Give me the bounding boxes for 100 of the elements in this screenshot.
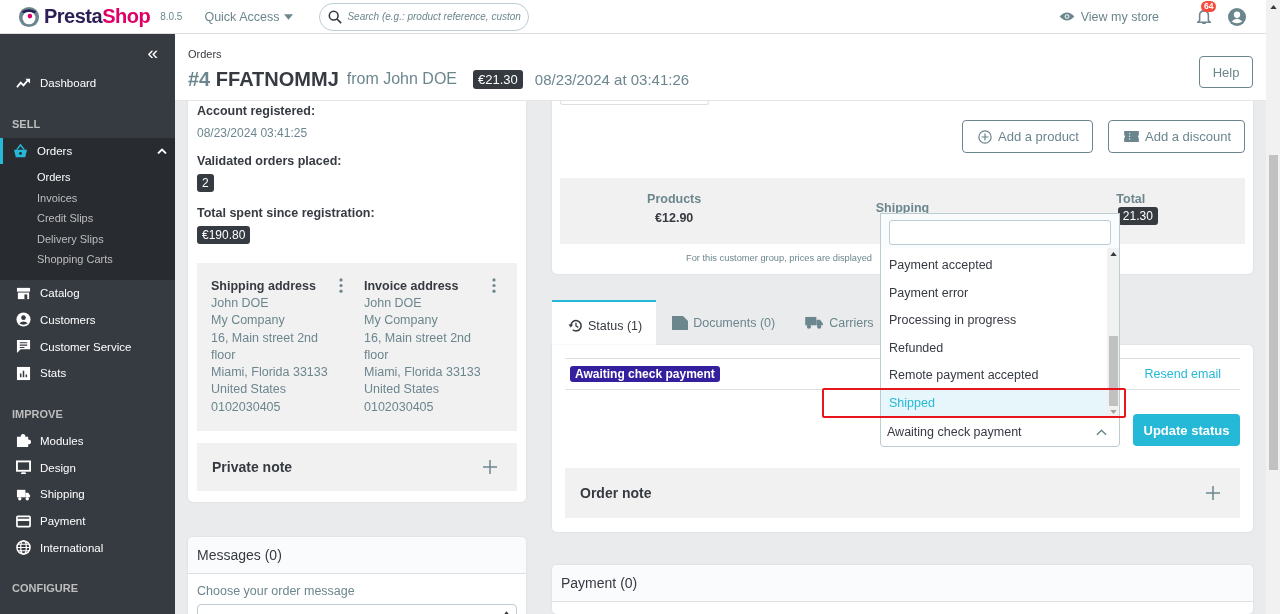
plus-circle-icon bbox=[978, 129, 993, 144]
stat-label: Account registered: bbox=[197, 103, 317, 120]
address-line: 0102030405 bbox=[211, 398, 282, 416]
page-title: #4 FFATNOMMJ bbox=[188, 67, 339, 91]
puzzle-icon bbox=[16, 433, 31, 449]
stat-badge: 2 bbox=[197, 174, 214, 192]
more-options-icon[interactable] bbox=[492, 278, 496, 293]
scroll-down-icon[interactable] bbox=[1109, 410, 1117, 414]
sidebar-item[interactable]: Payment bbox=[0, 507, 175, 535]
truck-icon bbox=[805, 316, 825, 329]
basket-icon bbox=[13, 143, 28, 159]
private-note-title: Private note bbox=[212, 459, 293, 476]
bar-chart-icon bbox=[16, 365, 31, 381]
ticket-icon bbox=[1124, 131, 1139, 142]
history-icon bbox=[568, 318, 583, 333]
search-icon bbox=[328, 9, 343, 24]
customer-name: from John DOE bbox=[346, 70, 458, 88]
sidebar-section-heading: CONFIGURE bbox=[11, 581, 79, 597]
order-date: 08/23/2024 at 03:41:26 bbox=[534, 70, 690, 88]
quick-access-menu[interactable]: Quick Access bbox=[204, 9, 294, 24]
sidebar-section-heading: IMPROVE bbox=[11, 406, 64, 422]
sidebar-item[interactable]: Dashboard bbox=[0, 70, 175, 97]
sidebar-item[interactable]: Modules bbox=[0, 427, 175, 455]
scroll-up-icon[interactable] bbox=[1269, 5, 1277, 9]
globe-icon bbox=[16, 540, 31, 556]
bell-icon[interactable] bbox=[1197, 8, 1211, 25]
logo-icon bbox=[18, 5, 40, 28]
version-label: 8.0.5 bbox=[160, 11, 183, 22]
address-line: 16, Main street 2nd floor bbox=[211, 329, 319, 364]
sidebar-item[interactable]: Design bbox=[0, 454, 175, 481]
notification-count: 64 bbox=[1201, 0, 1217, 12]
view-store-link[interactable]: View my store bbox=[1058, 9, 1159, 24]
stat-badge: €190.80 bbox=[197, 226, 251, 244]
sidebar-item[interactable]: Catalog bbox=[0, 279, 175, 307]
tab[interactable]: Status (1) bbox=[552, 300, 657, 345]
stat-label: Total spent since registration: bbox=[197, 205, 376, 222]
more-options-icon[interactable] bbox=[339, 278, 343, 293]
scrollbar[interactable] bbox=[1107, 248, 1119, 417]
summary-label: Products bbox=[647, 191, 702, 206]
order-note-title: Order note bbox=[580, 485, 652, 501]
sidebar-section-heading: SELL bbox=[11, 116, 42, 132]
plus-icon[interactable] bbox=[483, 460, 497, 475]
credit-card-icon bbox=[16, 513, 31, 529]
address-line: Miami, Florida 33133 bbox=[364, 364, 482, 382]
summary-value: €12.90 bbox=[655, 210, 694, 225]
sidebar-item[interactable]: Shipping bbox=[0, 481, 175, 508]
stat-label: Validated orders placed: bbox=[197, 153, 343, 170]
address-line: My Company bbox=[211, 312, 286, 330]
order-note-panel[interactable]: Order note bbox=[565, 468, 1240, 518]
sidebar-item[interactable]: Stats bbox=[0, 359, 175, 387]
price-note: For this customer group, prices are displayed bbox=[686, 253, 873, 263]
address-line: John DOE bbox=[364, 295, 423, 312]
plus-icon[interactable] bbox=[1206, 486, 1220, 500]
sidebar-item[interactable]: Customer Service bbox=[0, 333, 175, 360]
breadcrumb-link[interactable]: Orders bbox=[188, 47, 690, 60]
sidebar-subitem[interactable]: Invoices bbox=[0, 187, 175, 209]
address-title: Invoice address bbox=[364, 278, 459, 293]
sidebar-subitem[interactable]: Credit Slips bbox=[0, 208, 175, 229]
user-icon bbox=[16, 312, 31, 328]
messages-header: Messages (0) bbox=[188, 537, 526, 575]
dropdown-option[interactable]: Payment accepted bbox=[881, 252, 1107, 280]
dropdown-option[interactable]: Remote payment accepted bbox=[881, 362, 1107, 390]
address-line: My Company bbox=[364, 312, 439, 330]
order-total-badge: €21.30 bbox=[473, 69, 523, 89]
address-line: United States bbox=[211, 381, 288, 399]
monitor-icon bbox=[16, 460, 31, 476]
search-field[interactable]: Search (e.g.: product reference, custon bbox=[319, 2, 530, 31]
address-line: United States bbox=[364, 381, 441, 399]
logo-text[interactable]: PrestaShop bbox=[44, 5, 151, 28]
private-note-panel[interactable]: Private note bbox=[197, 443, 517, 492]
summary-total-badge: 21.30 bbox=[1117, 206, 1158, 225]
dropdown-search-field[interactable] bbox=[889, 220, 1111, 245]
add-product-button[interactable]: Add a product bbox=[962, 120, 1093, 153]
caret-icon bbox=[284, 13, 294, 20]
field-label: Choose your order message bbox=[197, 584, 356, 599]
summary-label: Total bbox=[1116, 191, 1146, 206]
page-scrollbar[interactable] bbox=[1266, 0, 1280, 614]
sidebar-item[interactable]: International bbox=[0, 534, 175, 562]
help-button[interactable]: Help bbox=[1199, 56, 1253, 88]
payment-header: Payment (0) bbox=[552, 565, 1253, 602]
address-line: Miami, Florida 33133 bbox=[211, 364, 329, 382]
sidebar-subitem[interactable]: Shopping Carts bbox=[0, 249, 175, 270]
address-title: Shipping address bbox=[211, 278, 316, 293]
address-line: 0102030405 bbox=[364, 398, 435, 416]
stat-value: 08/23/2024 03:41:25 bbox=[197, 126, 309, 140]
user-avatar-icon[interactable] bbox=[1228, 7, 1246, 26]
document-icon bbox=[672, 315, 689, 330]
sidebar-item[interactable]: Customers bbox=[0, 306, 175, 334]
address-line: John DOE bbox=[211, 295, 270, 312]
chat-icon bbox=[16, 339, 31, 355]
sidebar-subitem[interactable]: Orders bbox=[0, 167, 175, 188]
collapse-sidebar-icon[interactable]: « bbox=[147, 42, 158, 62]
eye-icon bbox=[1058, 11, 1075, 22]
scroll-up-icon[interactable] bbox=[1109, 252, 1117, 256]
add-discount-button[interactable]: Add a discount bbox=[1108, 120, 1245, 153]
store-icon bbox=[16, 285, 31, 301]
address-line: 16, Main street 2nd floor bbox=[364, 329, 472, 364]
sidebar-subitem[interactable]: Delivery Slips bbox=[0, 228, 175, 250]
status-badge: Awaiting check payment bbox=[570, 366, 720, 382]
status-select[interactable]: Awaiting check payment bbox=[880, 417, 1120, 447]
